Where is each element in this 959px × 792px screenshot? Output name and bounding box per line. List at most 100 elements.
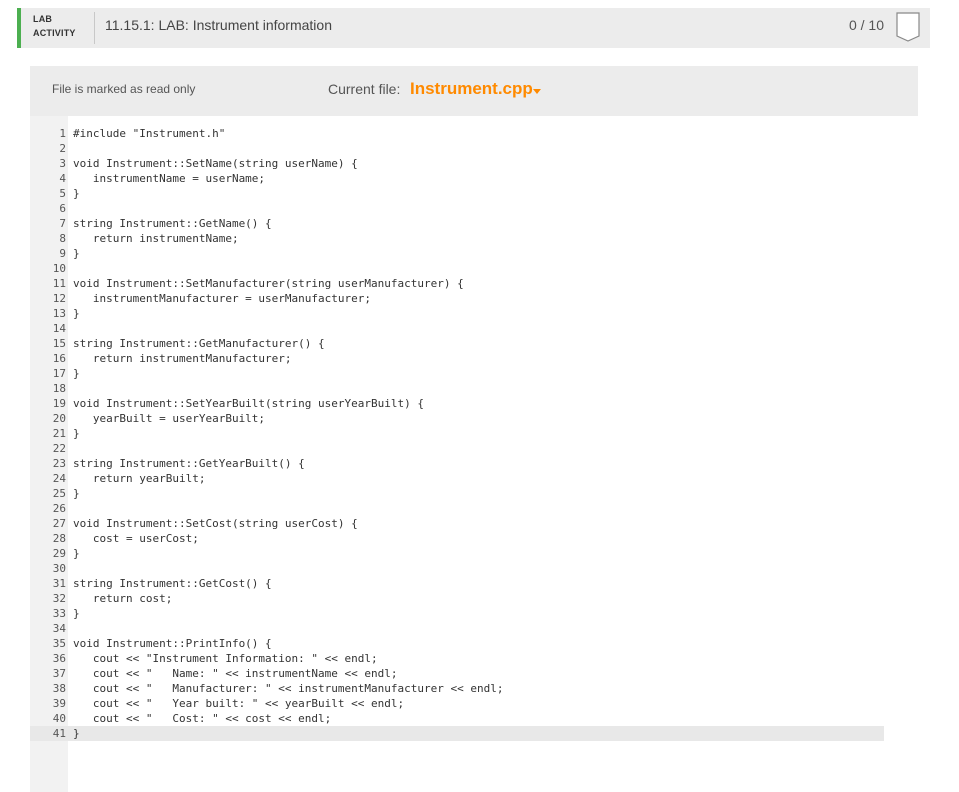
code-text: } [73, 547, 80, 560]
code-line[interactable]: 14 [30, 321, 918, 336]
code-line[interactable]: 9} [30, 246, 918, 261]
line-number: 26 [52, 502, 66, 515]
code-line[interactable]: 32 return cost; [30, 591, 918, 606]
readonly-notice: File is marked as read only [52, 82, 196, 96]
line-number: 25 [52, 487, 66, 500]
code-text: } [73, 427, 80, 440]
line-number: 33 [52, 607, 66, 620]
code-line[interactable]: 34 [30, 621, 918, 636]
code-text: void Instrument::SetName(string userName… [73, 157, 358, 170]
code-line[interactable]: 7 string Instrument::GetName() { [30, 216, 918, 231]
lab-activity-tag: LAB ACTIVITY [33, 12, 76, 40]
completion-badge-icon [896, 12, 920, 42]
code-line[interactable]: 37 cout << " Name: " << instrumentName <… [30, 666, 918, 681]
code-text: instrumentName = userName; [73, 172, 266, 185]
current-file-label: Current file: [328, 81, 401, 97]
lab-title: 11.15.1: LAB: Instrument information [105, 17, 332, 33]
code-line[interactable]: 1 #include "Instrument.h" [30, 126, 918, 141]
code-text: instrumentManufacturer = userManufacture… [73, 292, 372, 305]
code-line[interactable]: 16 return instrumentManufacturer; [30, 351, 918, 366]
code-line[interactable]: 13} [30, 306, 918, 321]
line-number: 13 [52, 307, 66, 320]
code-text: } [73, 247, 80, 260]
line-number: 8 [59, 232, 66, 245]
line-number: 21 [52, 427, 66, 440]
code-text: return instrumentName; [73, 232, 239, 245]
line-number: 16 [52, 352, 66, 365]
line-number: 34 [52, 622, 66, 635]
code-line[interactable]: 23 string Instrument::GetYearBuilt() { [30, 456, 918, 471]
code-panel: File is marked as read only Current file… [30, 66, 918, 792]
code-line[interactable]: 18 [30, 381, 918, 396]
line-number: 11 [52, 277, 66, 290]
code-text: void Instrument::SetYearBuilt(string use… [73, 397, 424, 410]
code-line[interactable]: 36 cout << "Instrument Information: " <<… [30, 651, 918, 666]
code-text: void Instrument::SetManufacturer(string … [73, 277, 464, 290]
code-text: } [73, 307, 80, 320]
code-text: void Instrument::SetCost(string userCost… [73, 517, 358, 530]
code-line[interactable]: 39 cout << " Year built: " << yearBuilt … [30, 696, 918, 711]
caret-down-icon[interactable] [533, 89, 541, 94]
code-line[interactable]: 20 yearBuilt = userYearBuilt; [30, 411, 918, 426]
code-line[interactable]: 15 string Instrument::GetManufacturer() { [30, 336, 918, 351]
code-editor[interactable]: 1 #include "Instrument.h" 2 3 void Instrumen… [30, 116, 918, 792]
code-line[interactable]: 19 void Instrument::SetYearBuilt(string u… [30, 396, 918, 411]
line-number: 30 [52, 562, 66, 575]
lab-header: LAB ACTIVITY 11.15.1: LAB: Instrument in… [17, 8, 930, 48]
code-line[interactable]: 35 void Instrument::PrintInfo() { [30, 636, 918, 651]
code-line[interactable]: 33} [30, 606, 918, 621]
line-number: 32 [52, 592, 66, 605]
line-number: 23 [52, 457, 66, 470]
code-text: } [73, 487, 80, 500]
code-line[interactable]: 28 cost = userCost; [30, 531, 918, 546]
code-line[interactable]: 22 [30, 441, 918, 456]
header-divider [94, 12, 95, 44]
line-number: 20 [52, 412, 66, 425]
code-text: cost = userCost; [73, 532, 199, 545]
code-line[interactable]: 40 cout << " Cost: " << cost << endl; [30, 711, 918, 726]
code-line[interactable]: 6 [30, 201, 918, 216]
code-line[interactable]: 30 [30, 561, 918, 576]
code-text: } [73, 607, 80, 620]
line-number: 36 [52, 652, 66, 665]
code-text: } [73, 727, 80, 740]
code-line[interactable]: 27 void Instrument::SetCost(string userCo… [30, 516, 918, 531]
code-line[interactable]: 12 instrumentManufacturer = userManufact… [30, 291, 918, 306]
code-text: string Instrument::GetManufacturer() { [73, 337, 325, 350]
current-file-dropdown[interactable]: Instrument.cpp [410, 79, 533, 99]
code-line[interactable]: 31 string Instrument::GetCost() { [30, 576, 918, 591]
code-line[interactable]: 26 [30, 501, 918, 516]
code-line[interactable]: 4 instrumentName = userName; [30, 171, 918, 186]
code-lines: 1 #include "Instrument.h" 2 3 void Instrumen… [30, 126, 918, 741]
code-line[interactable]: 17} [30, 366, 918, 381]
line-number: 37 [52, 667, 66, 680]
code-line[interactable]: 24 return yearBuilt; [30, 471, 918, 486]
code-line[interactable]: 2 [30, 141, 918, 156]
code-line[interactable]: 10 [30, 261, 918, 276]
code-line[interactable]: 8 return instrumentName; [30, 231, 918, 246]
code-line[interactable]: 25} [30, 486, 918, 501]
code-line[interactable]: 21} [30, 426, 918, 441]
line-number: 6 [59, 202, 66, 215]
code-line[interactable]: 29} [30, 546, 918, 561]
code-text: return cost; [73, 592, 173, 605]
line-number: 3 [59, 157, 66, 170]
editor-toolbar: File is marked as read only Current file… [30, 66, 918, 116]
line-number: 15 [52, 337, 66, 350]
code-text: } [73, 367, 80, 380]
lab-tag-line2: ACTIVITY [33, 28, 76, 38]
code-line[interactable]: 3 void Instrument::SetName(string userNam… [30, 156, 918, 171]
code-line[interactable]: 5} [30, 186, 918, 201]
line-number: 5 [59, 187, 66, 200]
code-line[interactable]: 38 cout << " Manufacturer: " << instrume… [30, 681, 918, 696]
code-line[interactable]: 11 void Instrument::SetManufacturer(strin… [30, 276, 918, 291]
line-number: 9 [59, 247, 66, 260]
code-line[interactable]: 41} [30, 726, 884, 741]
code-text: void Instrument::PrintInfo() { [73, 637, 272, 650]
code-text: } [73, 187, 80, 200]
line-number: 35 [52, 637, 66, 650]
code-text: return instrumentManufacturer; [73, 352, 292, 365]
line-number: 38 [52, 682, 66, 695]
line-number: 1 [59, 127, 66, 140]
code-text: #include "Instrument.h" [73, 127, 226, 140]
